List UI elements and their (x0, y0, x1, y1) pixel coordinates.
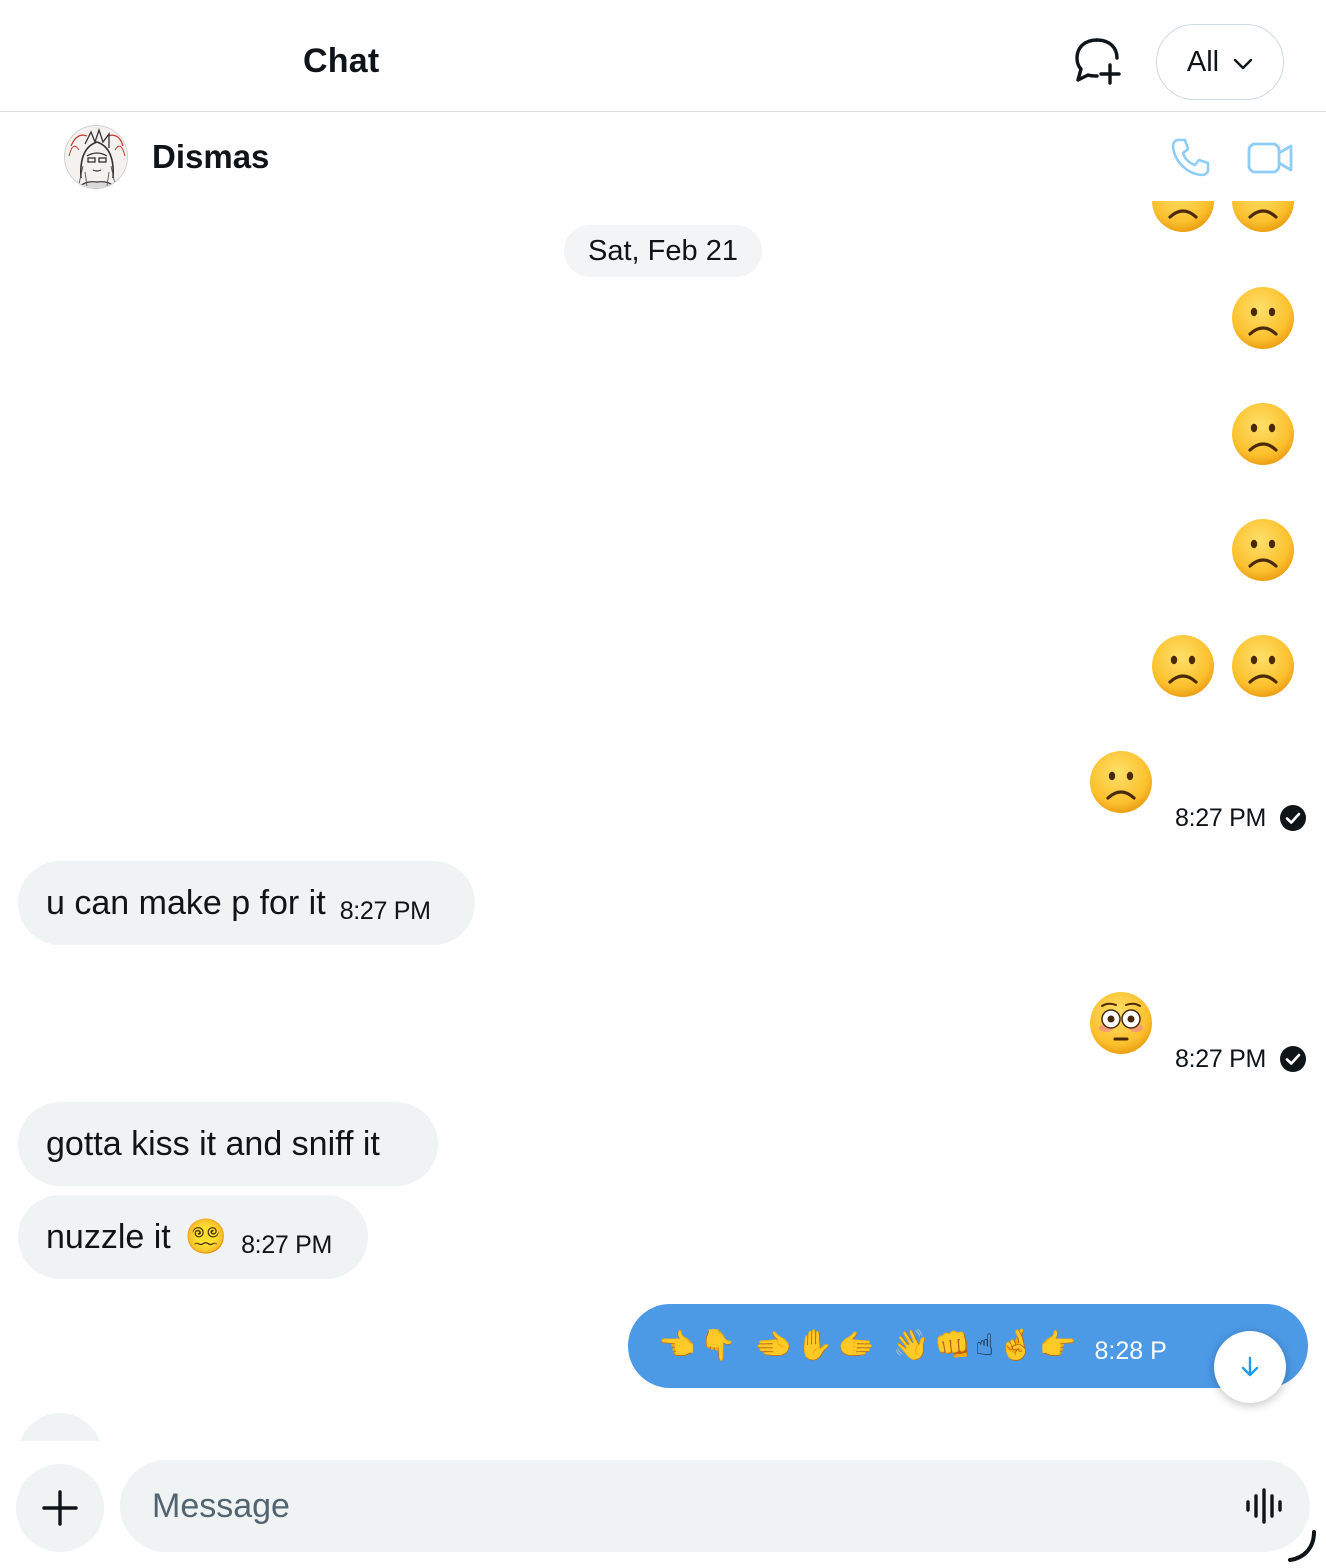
incoming-message[interactable]: nuzzle it 😵‍💫 8:27 PM (18, 1195, 368, 1279)
filter-dropdown[interactable]: All (1156, 24, 1284, 100)
message-list[interactable]: Sat, Feb 21 8:27 PM u can make p for it … (0, 201, 1326, 1441)
message-text: u can make p for it (46, 883, 326, 922)
attach-button[interactable] (16, 1464, 104, 1552)
frowning-face-icon (1150, 201, 1216, 234)
new-chat-button[interactable] (1070, 36, 1126, 86)
date-separator: Sat, Feb 21 (564, 225, 762, 277)
frowning-face-icon (1230, 201, 1296, 234)
page-title: Chat (303, 42, 380, 80)
plus-icon (42, 1490, 78, 1526)
filter-label: All (1186, 45, 1220, 78)
frowning-face-icon (1230, 401, 1296, 467)
waving-hand-icon: 👋 (892, 1329, 931, 1362)
message-timestamp: 8:28 P (1094, 1336, 1167, 1365)
resize-handle-icon (1288, 1530, 1316, 1562)
fist-icon: 👊 (934, 1329, 972, 1362)
frowning-face-icon (1230, 285, 1296, 351)
message-timestamp: 8:27 PM (1175, 804, 1267, 832)
incoming-message[interactable] (18, 1413, 102, 1441)
outgoing-message[interactable]: 👈 👇 🫲 ✋ 🫱 👋 👊 ☝ 🤞 👉 8:28 P (628, 1304, 1308, 1388)
scroll-to-bottom-button[interactable] (1214, 1331, 1286, 1403)
chevron-down-icon (1233, 58, 1253, 70)
avatar[interactable] (64, 125, 128, 189)
video-camera-icon (1247, 142, 1293, 174)
video-call-button[interactable] (1246, 139, 1294, 177)
message-timestamp: 8:27 PM (1175, 1045, 1267, 1073)
crossed-fingers-icon: 🤞 (997, 1329, 1036, 1362)
frowning-face-icon (1088, 749, 1154, 815)
message-composer (0, 1442, 1326, 1568)
frowning-face-icon (1230, 633, 1296, 699)
new-chat-icon (1075, 38, 1121, 85)
read-receipt-icon (1279, 804, 1307, 832)
message-text: nuzzle it (46, 1217, 171, 1256)
rightwards-hand-icon: 🫱 (837, 1329, 875, 1362)
voice-call-button[interactable] (1170, 137, 1210, 177)
hand-pointing-down-icon: 👇 (699, 1329, 737, 1362)
conversation-header: Dismas (0, 113, 1326, 201)
hand-pointing-left-icon: 👈 (658, 1329, 696, 1362)
voice-waveform-icon (1246, 1488, 1282, 1524)
message-timestamp: 8:27 PM (339, 896, 431, 925)
incoming-message[interactable]: u can make p for it 8:27 PM (18, 861, 475, 945)
leftwards-hand-icon: 🫲 (754, 1329, 793, 1362)
flushed-face-icon (1088, 990, 1154, 1056)
raised-hand-icon: ✋ (796, 1329, 834, 1362)
face-with-spiral-eyes-icon: 😵‍💫 (184, 1218, 228, 1256)
read-receipt-icon (1279, 1045, 1307, 1073)
app-header: Chat All (0, 0, 1326, 112)
message-timestamp: 8:27 PM (241, 1230, 333, 1259)
contact-name[interactable]: Dismas (152, 138, 269, 176)
message-text: gotta kiss it and sniff it (46, 1124, 380, 1163)
frowning-face-icon (1230, 517, 1296, 583)
hand-pointing-right-icon: 👉 (1039, 1329, 1077, 1362)
incoming-message[interactable]: gotta kiss it and sniff it (18, 1102, 438, 1186)
phone-icon (1171, 138, 1210, 177)
index-pointing-up-icon: ☝ (975, 1329, 994, 1362)
voice-message-button[interactable] (1244, 1488, 1284, 1524)
frowning-face-icon (1150, 633, 1216, 699)
message-input[interactable] (120, 1460, 1310, 1552)
arrow-down-icon (1241, 1356, 1259, 1377)
